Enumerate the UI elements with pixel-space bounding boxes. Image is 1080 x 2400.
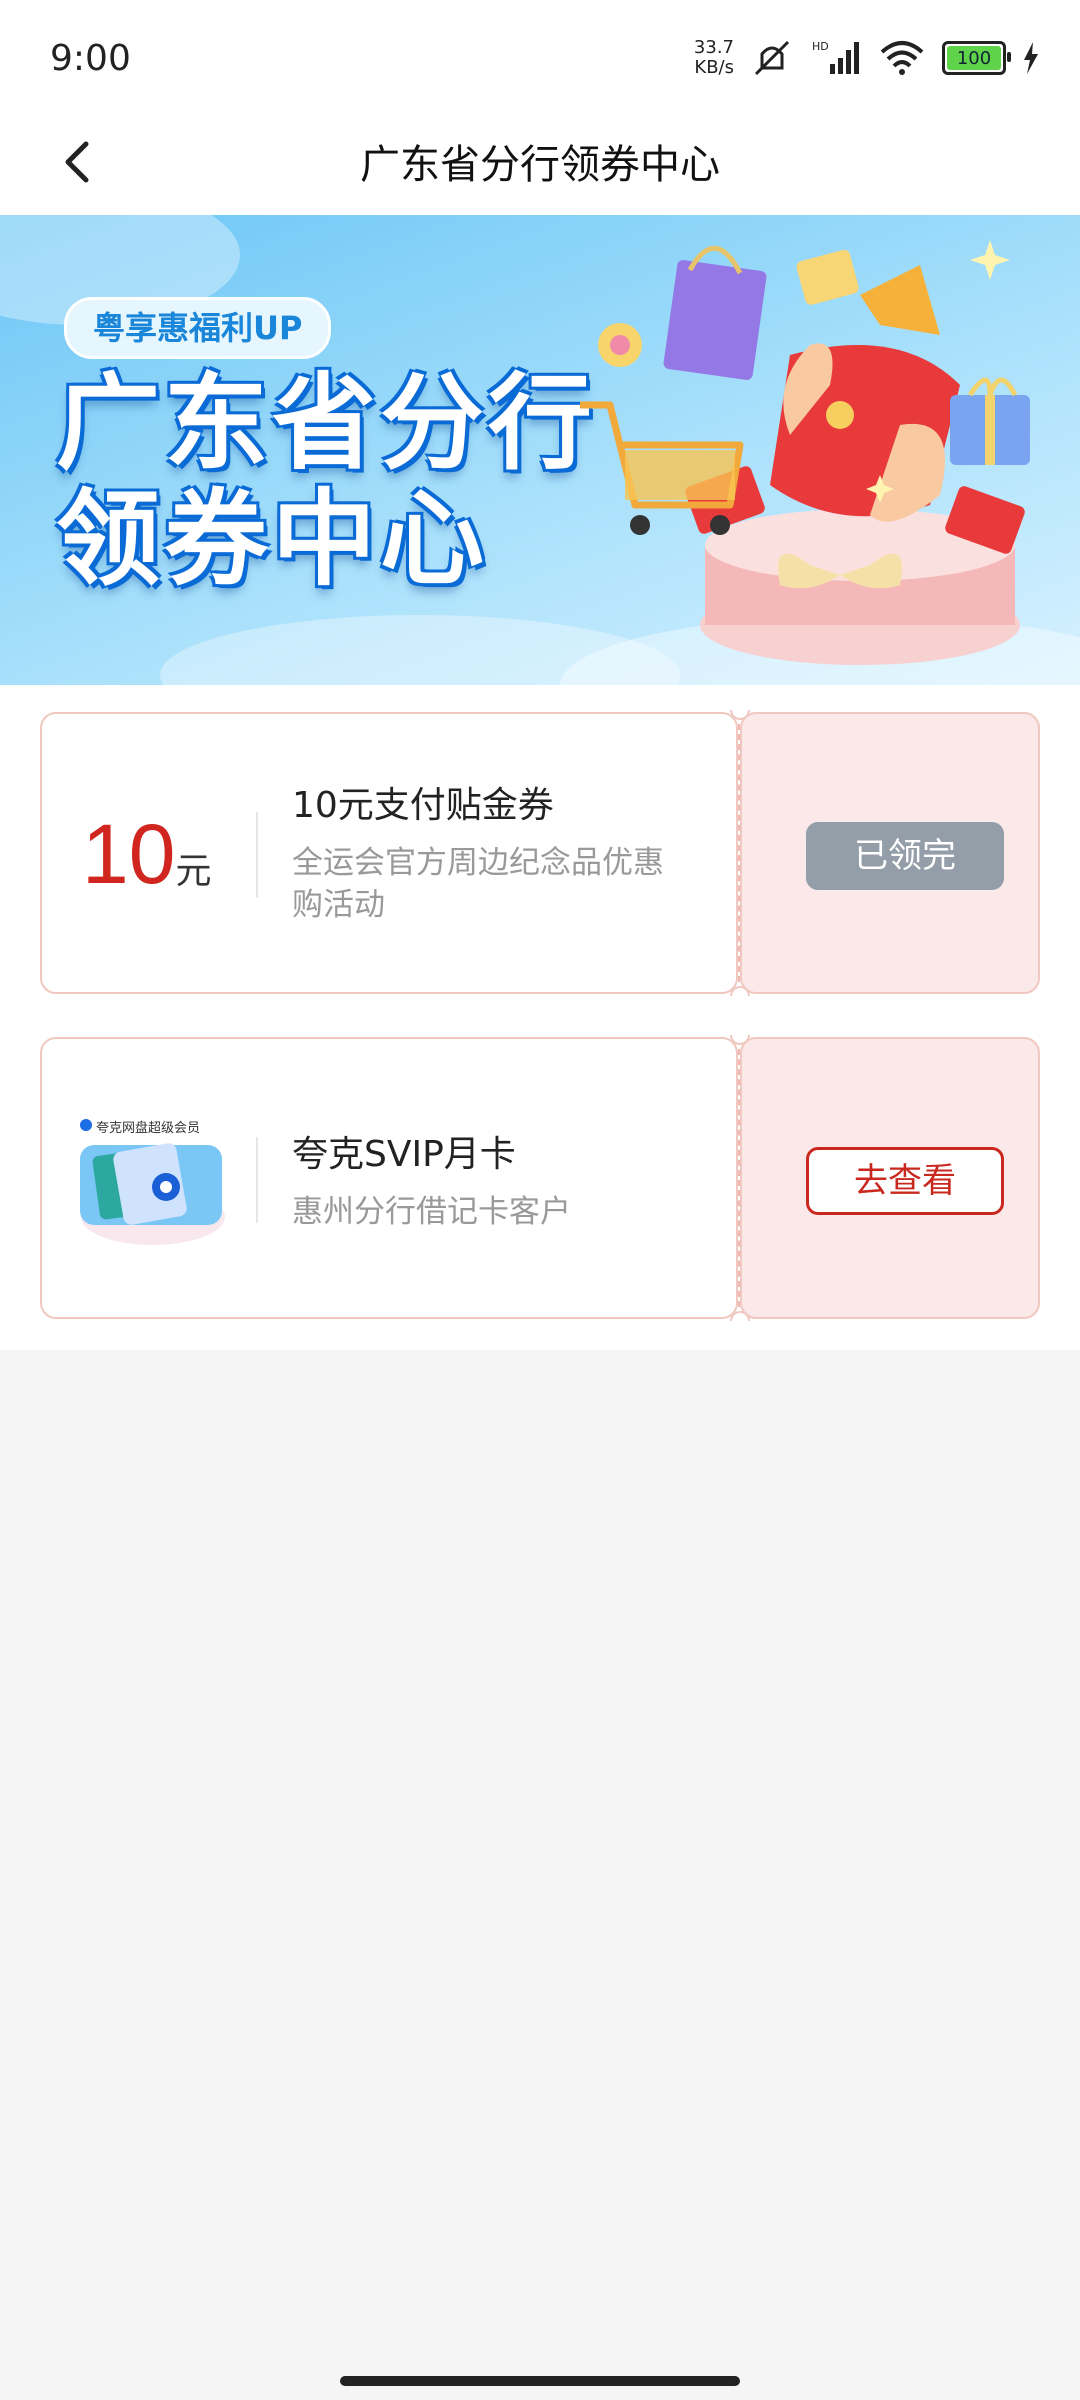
coupon-action-area: 已领完 — [740, 712, 1040, 994]
coupon-list: 10元 10元支付贴金券 全运会官方周边纪念品优惠购活动 已领完 夸克网盘超级会… — [0, 685, 1080, 1350]
coupon-amount: 10元 — [82, 807, 212, 901]
coupon-title: 夸克SVIP月卡 — [292, 1134, 516, 1175]
coupon-desc: 全运会官方周边纪念品优惠购活动 — [292, 845, 664, 923]
coupon-action-area: 去查看 — [740, 1037, 1040, 1319]
coupon-card: 10元 10元支付贴金券 全运会官方周边纪念品优惠购活动 已领完 — [40, 710, 1040, 996]
coupon-info: 夸克网盘超级会员 夸克SVIP月卡 惠州分行借记卡客户 — [40, 1037, 738, 1319]
dashed-divider — [738, 724, 740, 982]
banner-tag: 粤享惠福利UP — [64, 297, 332, 359]
quark-vip-logo: 夸克网盘超级会员 — [78, 1117, 228, 1247]
signal-icon: HD — [812, 40, 859, 74]
coupon-desc: 惠州分行借记卡客户 — [292, 1194, 571, 1230]
charging-icon — [1024, 42, 1038, 74]
quark-logo-icon — [80, 1119, 225, 1245]
wifi-icon — [880, 41, 924, 75]
battery-icon: 100 — [942, 41, 1011, 75]
promo-banner: 粤享惠福利UP 广东省分行 领券中心 — [0, 215, 1080, 685]
net-speed: 33.7 KB/s — [693, 37, 734, 78]
divider — [256, 1137, 258, 1223]
status-icons: 33.7 KB/s HD 100 — [694, 38, 1040, 78]
dashed-divider — [738, 1049, 740, 1307]
banner-title: 广东省分行 领券中心 — [56, 362, 597, 600]
coupon-info: 10元 10元支付贴金券 全运会官方周边纪念品优惠购活动 — [40, 712, 738, 994]
page-title: 广东省分行领券中心 — [360, 142, 720, 188]
mute-icon — [754, 40, 790, 76]
home-indicator[interactable] — [340, 2376, 740, 2386]
claimed-out-button[interactable]: 已领完 — [806, 822, 1004, 890]
view-button[interactable]: 去查看 — [806, 1147, 1004, 1215]
status-time: 9:00 — [50, 38, 131, 79]
status-bar: 9:00 33.7 KB/s HD 100 — [0, 0, 1080, 120]
coupon-card: 夸克网盘超级会员 夸克SVIP月卡 惠州分行借记卡客户 去查看 — [40, 1035, 1040, 1321]
divider — [256, 812, 258, 898]
coupon-title: 10元支付贴金券 — [292, 785, 554, 826]
nav-header: 广东省分行领券中心 — [0, 110, 1080, 215]
gift-illustration — [580, 240, 1030, 665]
svg-text:HD: HD — [812, 40, 829, 53]
